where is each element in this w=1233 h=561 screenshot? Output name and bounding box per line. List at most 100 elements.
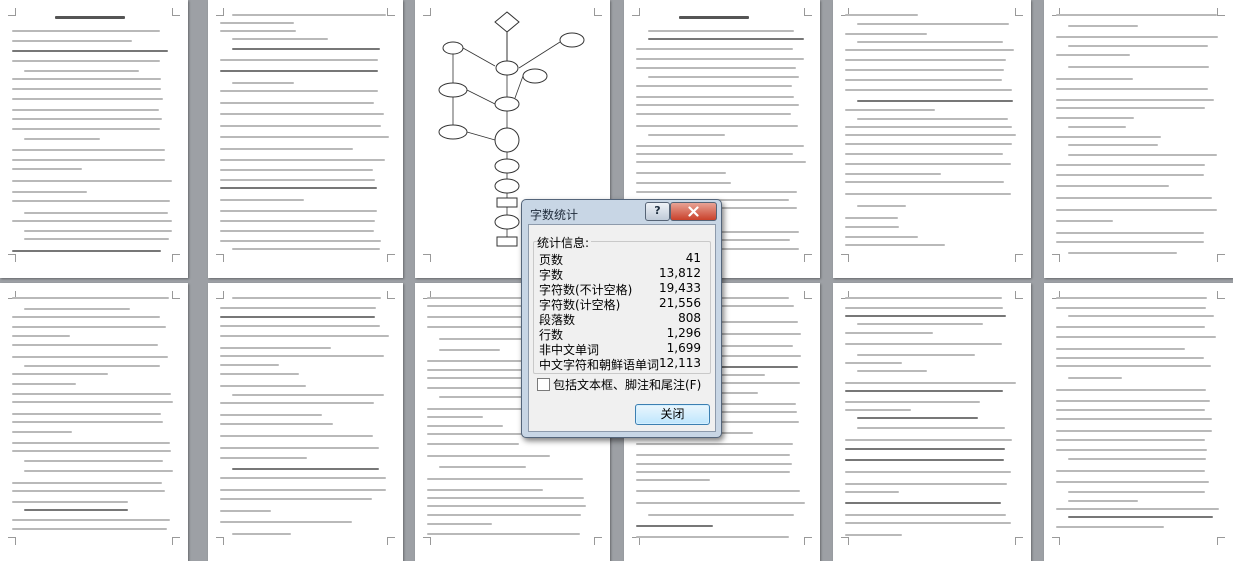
document-page-thumbnail[interactable]	[833, 283, 1031, 561]
text-line	[220, 307, 377, 309]
text-line	[220, 355, 385, 357]
flowchart-shape	[559, 32, 585, 48]
text-line	[220, 159, 386, 161]
stat-value: 41	[685, 251, 701, 265]
text-line	[845, 448, 1005, 450]
text-line	[845, 89, 1012, 91]
document-page-thumbnail[interactable]	[1044, 283, 1233, 561]
flowchart-shape	[514, 75, 524, 99]
close-dialog-button[interactable]: 关闭	[635, 404, 710, 425]
text-line	[845, 217, 899, 219]
text-line	[636, 443, 794, 445]
text-line	[12, 98, 164, 100]
text-line	[427, 514, 582, 516]
document-page-thumbnail[interactable]	[833, 0, 1031, 278]
text-line	[220, 22, 295, 24]
text-line	[24, 308, 131, 310]
crop-mark	[841, 537, 849, 545]
text-line	[845, 483, 1008, 485]
text-line	[1056, 241, 1205, 243]
text-line	[845, 297, 1003, 299]
text-line	[857, 41, 1003, 43]
text-line	[1056, 481, 1209, 483]
flowchart-shape	[518, 41, 561, 69]
flowchart-shape	[466, 89, 496, 105]
text-line	[845, 59, 1006, 61]
text-line	[427, 416, 484, 418]
text-line	[857, 417, 978, 419]
document-page-thumbnail[interactable]	[0, 0, 188, 278]
text-line	[220, 521, 353, 523]
text-line	[1056, 136, 1161, 138]
document-page-thumbnail[interactable]	[0, 283, 188, 561]
stat-value: 13,812	[659, 266, 701, 280]
text-line	[220, 70, 379, 72]
text-line	[1068, 315, 1214, 317]
crop-mark	[423, 537, 431, 545]
text-line	[439, 466, 527, 468]
text-line	[1056, 439, 1205, 441]
text-line	[427, 425, 503, 427]
text-line	[232, 38, 329, 40]
crop-mark	[1015, 537, 1023, 545]
text-line	[1056, 185, 1170, 187]
text-line	[1056, 297, 1207, 299]
crop-mark	[387, 8, 395, 16]
text-line	[1056, 232, 1204, 234]
document-page-thumbnail[interactable]	[208, 283, 403, 561]
crop-mark	[216, 254, 224, 262]
flowchart-shape	[495, 60, 519, 76]
text-line	[636, 67, 796, 69]
stat-value: 1,699	[666, 341, 701, 355]
text-line	[24, 470, 173, 472]
close-button[interactable]	[670, 202, 717, 221]
text-line	[220, 230, 374, 232]
text-line	[636, 502, 805, 504]
crop-mark	[172, 291, 180, 299]
text-line	[845, 502, 1002, 504]
text-line	[857, 23, 1009, 25]
text-line	[220, 447, 379, 449]
crop-mark	[387, 291, 395, 299]
stat-value: 21,556	[659, 296, 701, 310]
text-line	[1056, 449, 1208, 451]
stat-row-words: 字数 13,812	[539, 266, 705, 282]
text-line	[12, 50, 169, 52]
text-line	[220, 414, 323, 416]
include-textboxes-checkbox[interactable]	[537, 378, 550, 391]
text-line	[24, 460, 164, 462]
document-page-thumbnail[interactable]	[208, 0, 403, 278]
text-line	[845, 471, 1012, 473]
text-line	[636, 145, 804, 147]
text-line	[845, 362, 902, 364]
crop-mark	[8, 537, 16, 545]
text-line	[12, 528, 167, 530]
text-line	[12, 356, 169, 358]
flowchart-shape	[438, 82, 468, 98]
text-line	[1056, 400, 1210, 402]
stat-row-chars-no-spaces: 字符数(不计空格) 19,433	[539, 281, 705, 297]
document-page-thumbnail[interactable]	[1044, 0, 1233, 278]
crop-mark	[8, 8, 16, 16]
text-line	[12, 30, 160, 32]
text-line	[845, 153, 1003, 155]
text-line	[845, 14, 918, 16]
text-line	[232, 82, 294, 84]
text-line	[857, 205, 907, 207]
crop-mark	[1052, 254, 1060, 262]
text-line	[220, 373, 299, 375]
text-line	[220, 347, 331, 349]
include-textboxes-label: 包括文本框、脚注和尾注(F)	[553, 378, 702, 392]
text-line	[24, 212, 168, 214]
text-line	[12, 128, 160, 130]
text-line	[12, 421, 164, 423]
text-line	[1068, 516, 1213, 518]
flowchart-shape	[462, 47, 496, 67]
help-button[interactable]: ?	[645, 202, 670, 221]
text-line	[220, 125, 381, 127]
text-line	[439, 349, 500, 351]
flowchart-shape	[494, 127, 520, 153]
stat-label: 中文字符和朝鲜语单词	[539, 358, 660, 372]
text-line	[636, 182, 732, 184]
crop-mark	[1015, 8, 1023, 16]
